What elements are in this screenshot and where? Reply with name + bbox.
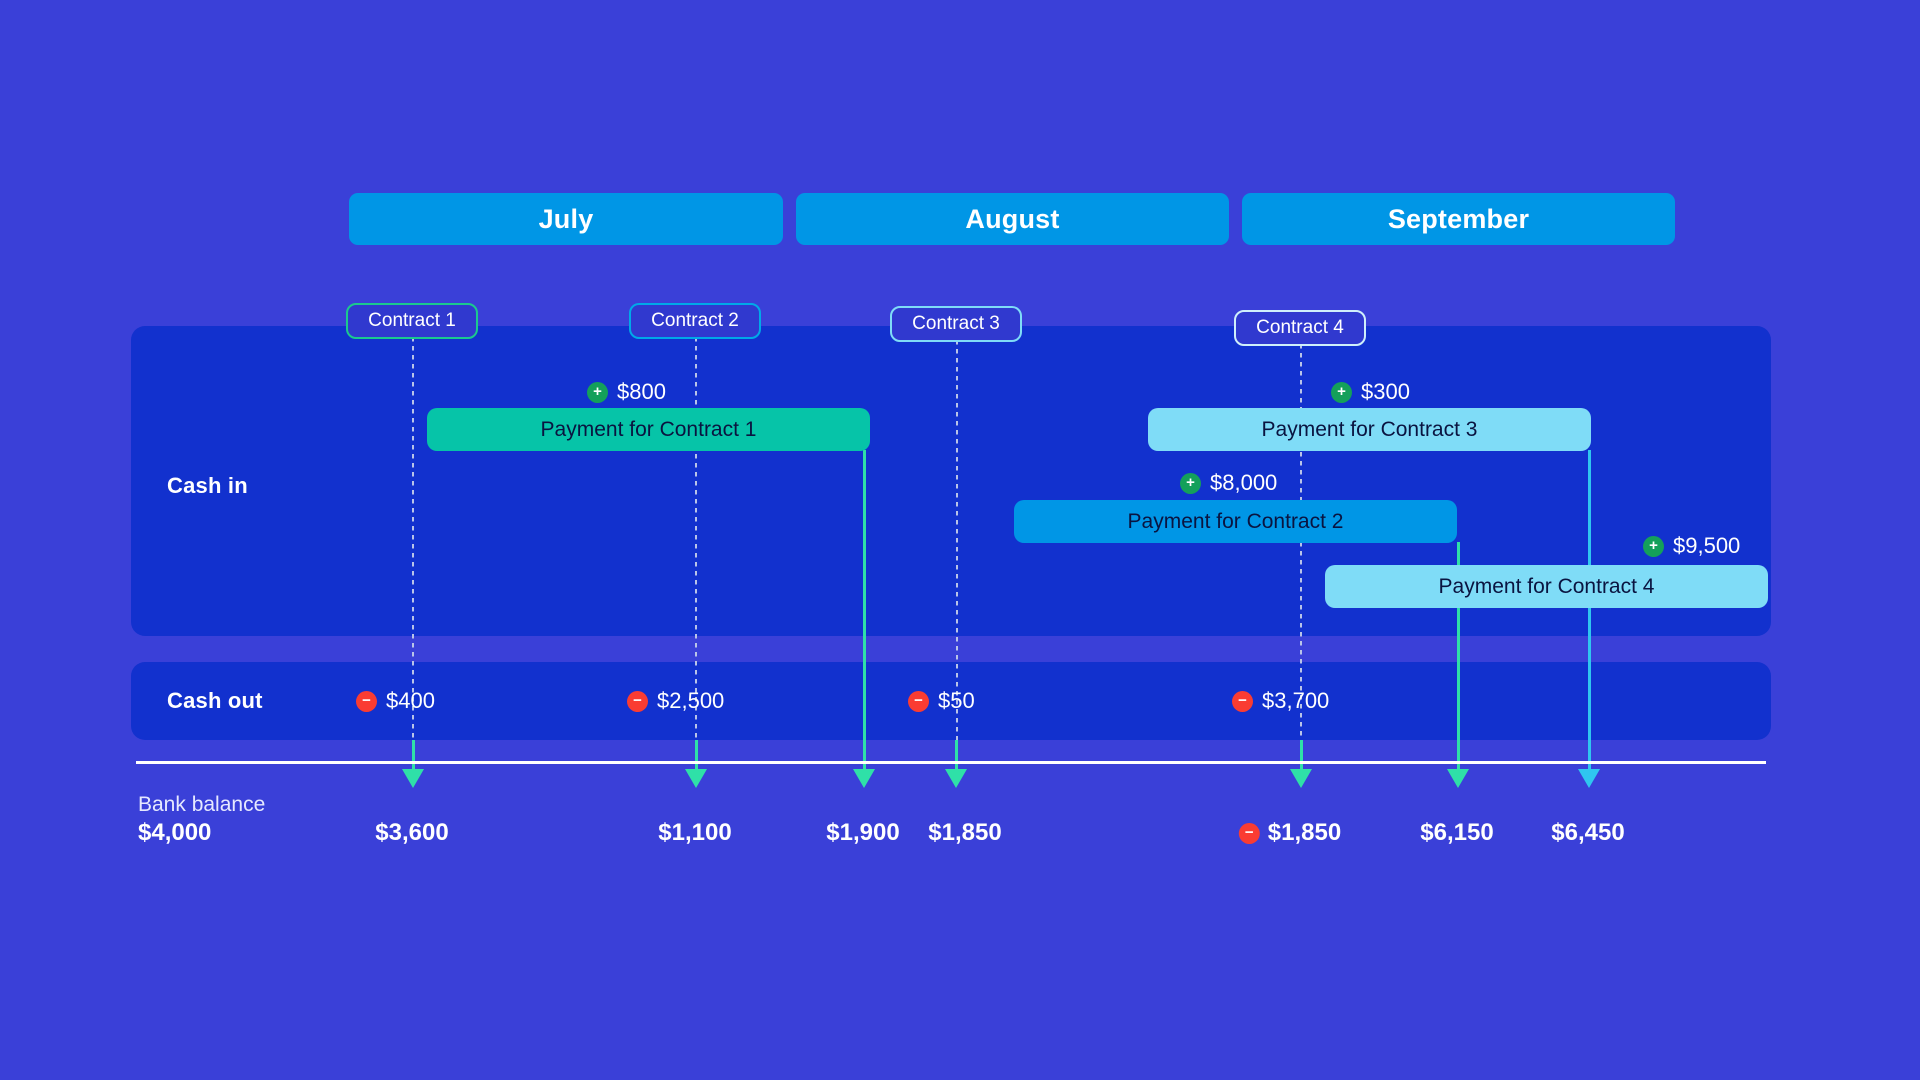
bank-balance-point: $1,100 [658, 819, 731, 847]
plus-icon: + [1331, 381, 1352, 403]
month-chip-july[interactable]: July [349, 193, 783, 245]
bank-balance-value: $6,450 [1551, 819, 1625, 846]
flow-arrow-icon [1290, 769, 1312, 788]
flow-arrow-icon [1447, 769, 1469, 788]
cash-out-value: $3,700 [1262, 688, 1330, 713]
payment-amount-contract-3: + $300 [1331, 379, 1410, 405]
minus-icon: − [1238, 822, 1260, 844]
bank-balance-point-negative: − $1,850 [1238, 819, 1342, 847]
minus-icon: − [1232, 690, 1253, 712]
contract-chip-1[interactable]: Contract 1 [346, 303, 478, 339]
bank-balance-value: $1,850 [928, 819, 1002, 846]
bank-balance-value: $1,900 [826, 819, 900, 846]
payment-amount-value: $8,000 [1210, 470, 1278, 495]
payment-bar-contract-2[interactable]: Payment for Contract 2 [1014, 500, 1457, 543]
plus-icon: + [1180, 472, 1201, 494]
cash-out-amount-3: − $50 [908, 688, 975, 714]
payment-amount-contract-1: + $800 [587, 379, 666, 405]
month-chip-september[interactable]: September [1242, 193, 1675, 245]
cash-out-amount-1: − $400 [356, 688, 435, 714]
contract-chip-label: Contract 4 [1256, 317, 1344, 338]
bank-balance-value: $1,100 [658, 819, 732, 846]
bank-balance-value: $3,600 [375, 819, 449, 846]
contract-chip-3[interactable]: Contract 3 [890, 306, 1022, 342]
bank-balance-starting: $4,000 [138, 819, 212, 846]
flow-arrow-icon [945, 769, 967, 788]
bank-balance-point: $1,900 [826, 819, 899, 847]
cash-out-value: $50 [938, 688, 975, 713]
flow-arrow-icon [1578, 769, 1600, 788]
minus-icon: − [908, 690, 929, 712]
bank-balance-point: $6,150 [1420, 819, 1493, 847]
payment-bar-contract-1[interactable]: Payment for Contract 1 [427, 408, 870, 451]
payment-amount-contract-2: + $8,000 [1180, 470, 1277, 496]
payment-bar-label: Payment for Contract 4 [1438, 574, 1655, 598]
contract-chip-label: Contract 1 [368, 310, 456, 331]
flow-arrow-icon [853, 769, 875, 788]
cash-out-value: $2,500 [657, 688, 725, 713]
plus-icon: + [587, 381, 608, 403]
cash-out-value: $400 [386, 688, 435, 713]
cash-out-amount-2: − $2,500 [627, 688, 724, 714]
bank-balance-point: $1,850 [928, 819, 1001, 847]
payment-bar-label: Payment for Contract 2 [1127, 509, 1344, 533]
guide-line-contract-3 [956, 340, 958, 780]
bank-balance-label: Bank balance [138, 793, 266, 816]
payment-bar-label: Payment for Contract 3 [1261, 417, 1478, 441]
month-label: July [538, 203, 594, 234]
flow-arrow-icon [402, 769, 424, 788]
bank-balance-point: $3,600 [375, 819, 448, 847]
cash-in-row-label: Cash in [167, 473, 248, 498]
minus-icon: − [356, 690, 377, 712]
minus-icon: − [627, 690, 648, 712]
payment-amount-value: $300 [1361, 379, 1410, 404]
cash-out-row-label: Cash out [167, 688, 263, 713]
payment-amount-value: $800 [617, 379, 666, 404]
month-header: July August September [349, 193, 1675, 245]
payment-amount-contract-4: + $9,500 [1643, 533, 1740, 559]
bank-balance-point: $6,450 [1551, 819, 1624, 847]
bank-balance-value: $6,150 [1420, 819, 1494, 846]
contract-chip-label: Contract 2 [651, 310, 739, 331]
payment-amount-value: $9,500 [1673, 533, 1741, 558]
payment-bar-contract-3[interactable]: Payment for Contract 3 [1148, 408, 1591, 451]
payment-bar-contract-4[interactable]: Payment for Contract 4 [1325, 565, 1768, 608]
plus-icon: + [1643, 535, 1664, 557]
contract-chip-label: Contract 3 [912, 313, 1000, 334]
month-label: August [965, 203, 1060, 234]
cashflow-timeline-diagram: July August September Cash in Cash out C… [0, 0, 1920, 1080]
cash-out-amount-4: − $3,700 [1232, 688, 1329, 714]
baseline-axis [136, 761, 1766, 764]
month-label: September [1387, 203, 1530, 234]
month-chip-august[interactable]: August [796, 193, 1229, 245]
bank-balance-value: $1,850 [1267, 819, 1342, 846]
payment-bar-label: Payment for Contract 1 [540, 417, 757, 441]
contract-chip-4[interactable]: Contract 4 [1234, 310, 1366, 346]
contract-chip-2[interactable]: Contract 2 [629, 303, 761, 339]
flow-arrow-icon [685, 769, 707, 788]
